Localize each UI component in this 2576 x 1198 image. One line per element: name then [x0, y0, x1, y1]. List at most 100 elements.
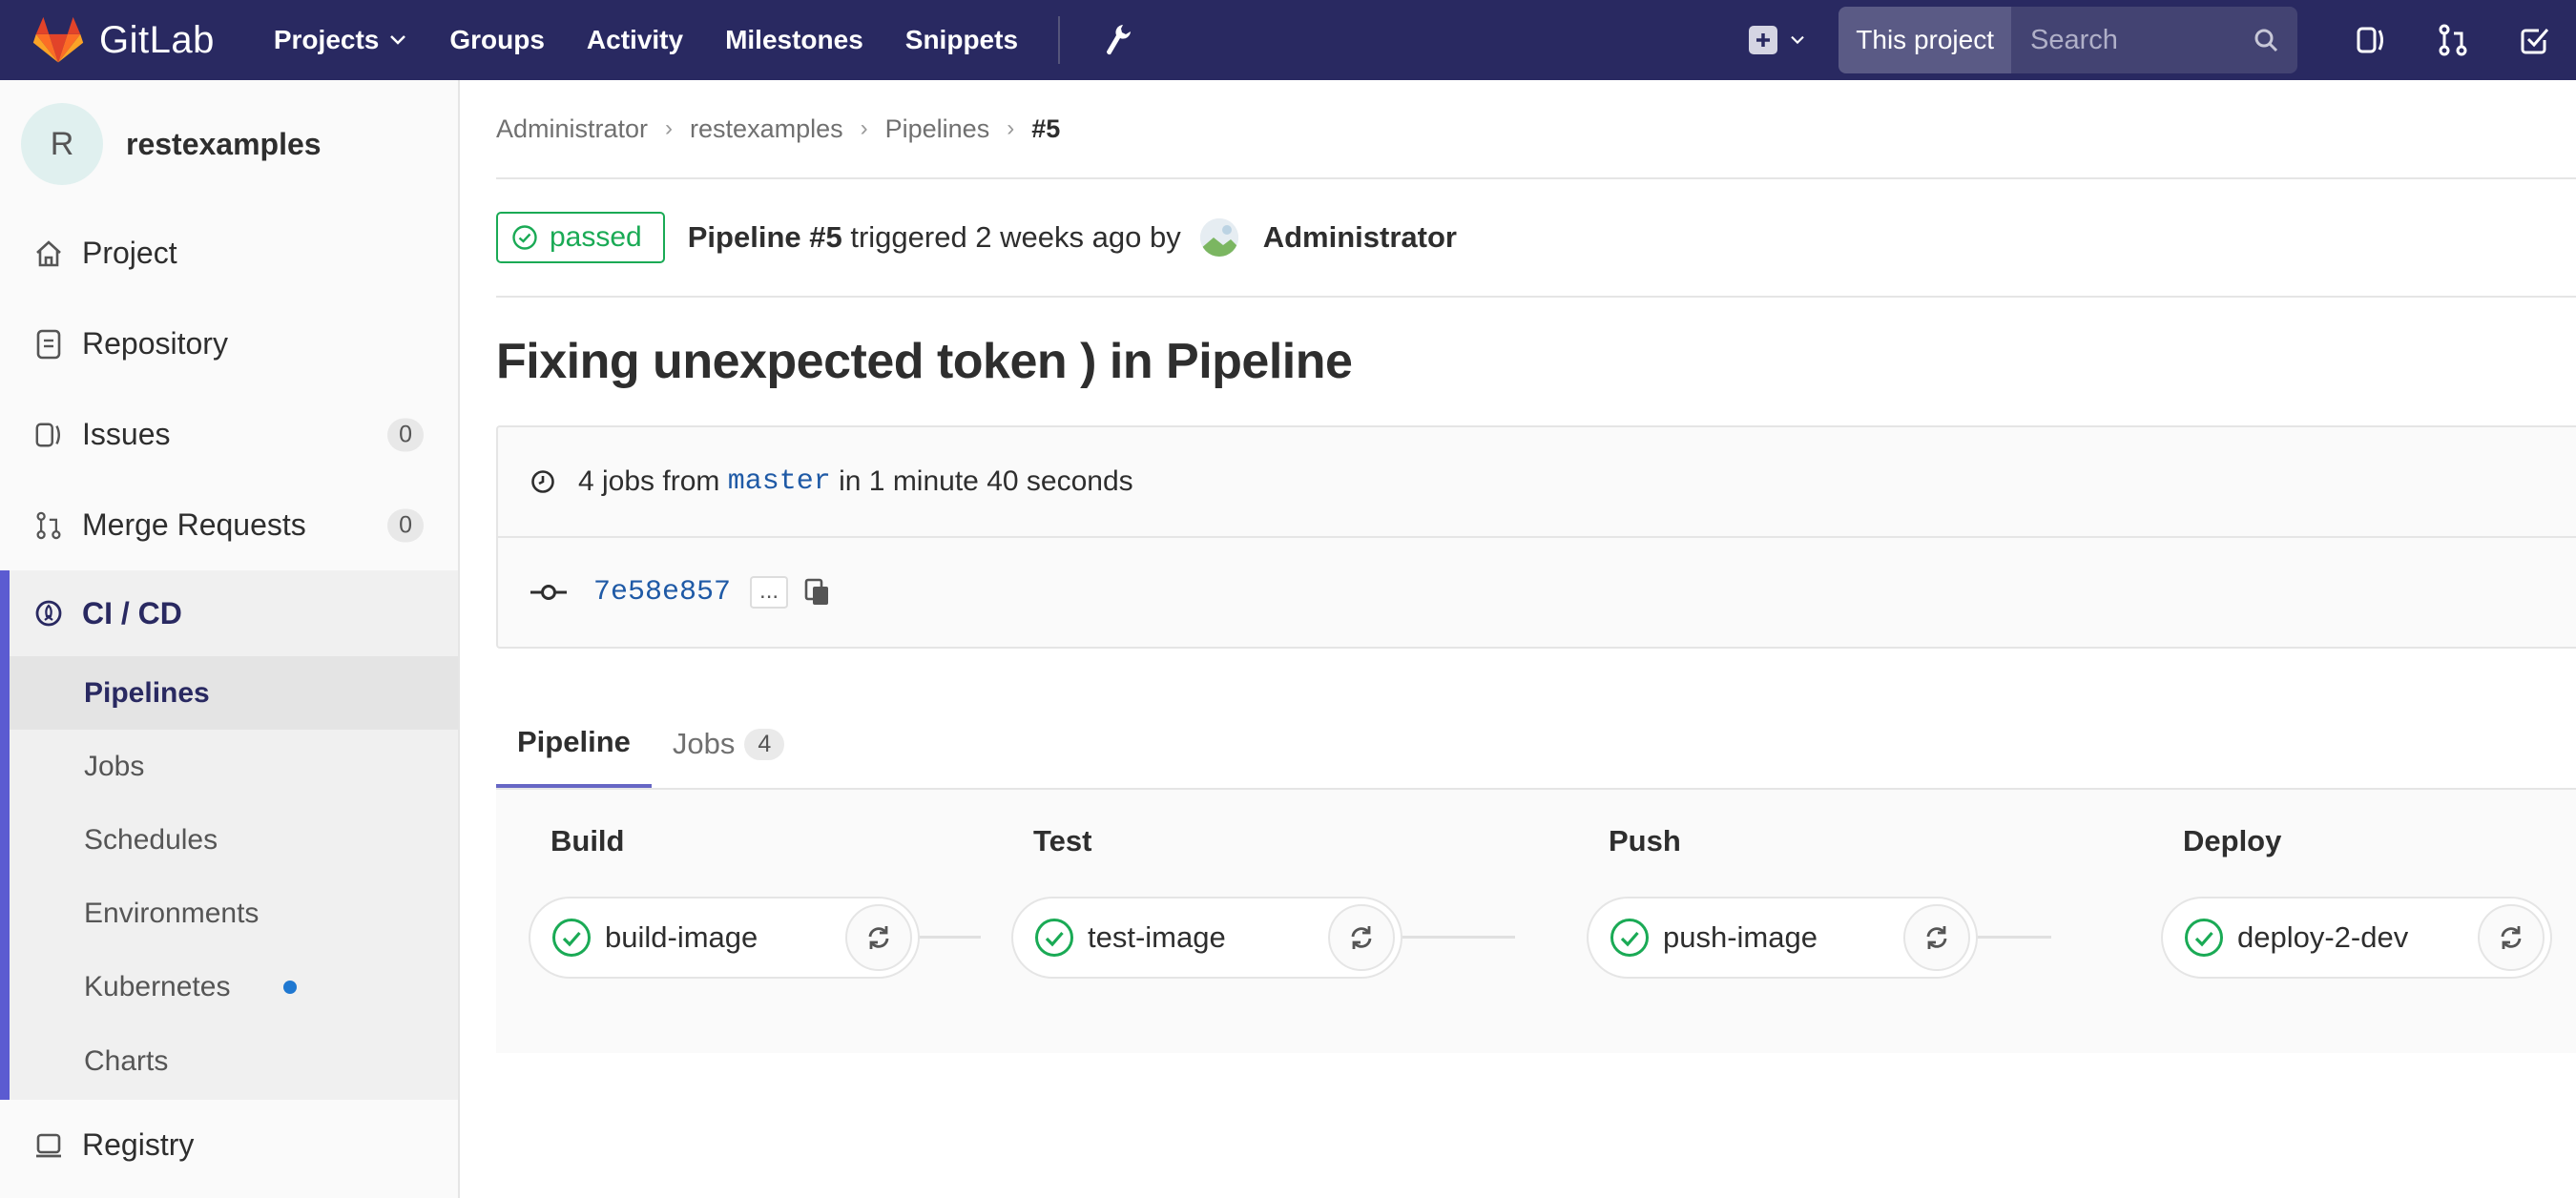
sidebar-subitem-schedules[interactable]: Schedules: [10, 803, 458, 877]
tab-jobs[interactable]: Jobs 4: [652, 700, 805, 788]
sidebar-item-cicd[interactable]: CI / CD: [0, 570, 458, 656]
crumb-pipelines[interactable]: Pipelines: [885, 114, 990, 144]
sidebar-item-label: Registry: [82, 1127, 195, 1162]
stage-title-test: Test: [1033, 824, 1092, 857]
issues-count-badge: 0: [387, 418, 424, 451]
sidebar-subitem-jobs[interactable]: Jobs: [10, 730, 458, 803]
job-name: push-image: [1663, 920, 1818, 954]
sidebar-item-project[interactable]: Project: [0, 208, 458, 299]
sidebar-subitem-kubernetes[interactable]: Kubernetes: [10, 950, 458, 1023]
project-avatar: R: [21, 103, 103, 185]
nav-projects-label: Projects: [273, 25, 380, 54]
retry-job-button[interactable]: [1328, 904, 1395, 971]
retry-job-button[interactable]: [2478, 904, 2545, 971]
nav-divider: [1058, 16, 1061, 64]
cicd-subnav: Pipelines Jobs Schedules Environments Ku…: [0, 656, 458, 1100]
sidebar-item-label: Merge Requests: [82, 507, 306, 542]
pipeline-name: Pipeline #5: [687, 220, 842, 254]
sidebar-item-label: Repository: [82, 326, 228, 361]
todo-checkbox-icon: [2521, 29, 2549, 54]
sidebar-project-header[interactable]: R restexamples: [0, 80, 458, 208]
crumb-project[interactable]: restexamples: [690, 114, 843, 144]
crumb-administrator[interactable]: Administrator: [496, 114, 648, 144]
jobs-count-text: 4 jobs from: [578, 465, 720, 497]
pipeline-commit-row: 7e58e857 ...: [498, 536, 2576, 647]
sidebar-cicd-label: CI / CD: [82, 595, 182, 630]
status-success-icon: [551, 918, 592, 958]
brand-name: GitLab: [99, 18, 215, 61]
jobs-count-badge: 4: [744, 728, 785, 760]
search-icon: [2254, 29, 2278, 52]
job-push-image[interactable]: push-image: [1587, 897, 1978, 979]
job-deploy-2-dev[interactable]: deploy-2-dev: [2161, 897, 2552, 979]
branch-link[interactable]: master: [728, 465, 831, 498]
search-box: [2011, 7, 2297, 73]
pipeline-jobs-row: 4 jobs from master in 1 minute 40 second…: [498, 427, 2576, 536]
nav-todos-link[interactable]: [2494, 0, 2576, 80]
nav-merge-requests-link[interactable]: [2412, 0, 2494, 80]
chevron-right-icon: ›: [860, 115, 868, 141]
expand-commit-message-button[interactable]: ...: [750, 576, 789, 609]
sidebar-subitem-pipelines[interactable]: Pipelines: [10, 656, 458, 730]
pipeline-meta: Pipeline #5 triggered 2 weeks ago by Adm…: [688, 218, 1457, 257]
retry-icon: [868, 926, 889, 949]
admin-area-link[interactable]: [1102, 0, 1132, 80]
top-navbar: GitLab Projects Groups Activity Mileston…: [0, 0, 2576, 80]
nav-groups[interactable]: Groups: [449, 25, 545, 55]
chevron-right-icon: ›: [665, 115, 674, 141]
job-name: build-image: [605, 920, 758, 954]
sidebar-item-issues[interactable]: Issues 0: [0, 389, 458, 480]
pipeline-user-link[interactable]: Administrator: [1263, 220, 1457, 255]
search-scope-badge[interactable]: This project: [1839, 7, 2011, 73]
sidebar-subitem-label: Kubernetes: [84, 970, 231, 1002]
sidebar-subitem-charts[interactable]: Charts: [10, 1023, 458, 1100]
gitlab-logo[interactable]: GitLab: [32, 0, 215, 80]
duration-text: in 1 minute 40 seconds: [839, 465, 1133, 497]
avatar[interactable]: [1199, 218, 1238, 257]
status-success-icon: [1034, 918, 1074, 958]
sidebar-subitem-environments[interactable]: Environments: [10, 877, 458, 950]
nav-issues-link[interactable]: [2330, 0, 2412, 80]
search-input[interactable]: [2030, 24, 2240, 56]
copy-clipboard-icon[interactable]: [803, 577, 832, 608]
retry-icon: [2501, 926, 2522, 949]
pipeline-tabs: Pipeline Jobs 4: [496, 649, 2576, 790]
retry-job-button[interactable]: [1903, 904, 1970, 971]
job-name: deploy-2-dev: [2237, 920, 2409, 954]
status-success-icon: [2184, 918, 2224, 958]
sidebar-item-merge-requests[interactable]: Merge Requests 0: [0, 480, 458, 570]
wrench-icon: [1107, 25, 1132, 55]
commit-sha-link[interactable]: 7e58e857: [593, 576, 731, 609]
nav-milestones[interactable]: Milestones: [725, 25, 863, 55]
issues-icon: [2357, 27, 2383, 53]
nav-activity[interactable]: Activity: [587, 25, 683, 55]
page-title: Fixing unexpected token ) in Pipeline: [496, 334, 1353, 389]
sidebar-item-label: Issues: [82, 417, 171, 451]
merge-requests-count-badge: 0: [387, 508, 424, 542]
sidebar-item-registry[interactable]: Registry: [0, 1100, 458, 1190]
job-build-image[interactable]: build-image: [529, 897, 920, 979]
job-test-image[interactable]: test-image: [1011, 897, 1402, 979]
home-icon: [32, 238, 65, 270]
pipeline-header: passed Pipeline #5 triggered 2 weeks ago…: [496, 179, 2576, 298]
nav-projects[interactable]: Projects: [274, 25, 408, 55]
status-badge[interactable]: passed: [496, 212, 665, 263]
breadcrumb: Administrator › restexamples › Pipelines…: [496, 80, 2576, 179]
doc-icon: [32, 328, 65, 361]
main-content: Administrator › restexamples › Pipelines…: [496, 80, 2576, 1053]
issues-icon: [32, 419, 65, 451]
status-success-icon: [512, 225, 537, 250]
status-success-icon: [1610, 918, 1650, 958]
rocket-icon: [32, 597, 65, 630]
stage-connector: [918, 936, 981, 939]
nav-snippets[interactable]: Snippets: [905, 25, 1018, 55]
tab-pipeline[interactable]: Pipeline: [496, 700, 652, 788]
sidebar-item-repository[interactable]: Repository: [0, 299, 458, 389]
new-dropdown[interactable]: [1749, 26, 1806, 54]
stage-connector: [1401, 936, 1515, 939]
chevron-down-icon: [1791, 35, 1805, 45]
search-group: This project: [1839, 7, 2297, 73]
project-sidebar: R restexamples Project Repository Issues…: [0, 80, 460, 1198]
crumb-current[interactable]: #5: [1031, 114, 1060, 144]
retry-job-button[interactable]: [845, 904, 912, 971]
